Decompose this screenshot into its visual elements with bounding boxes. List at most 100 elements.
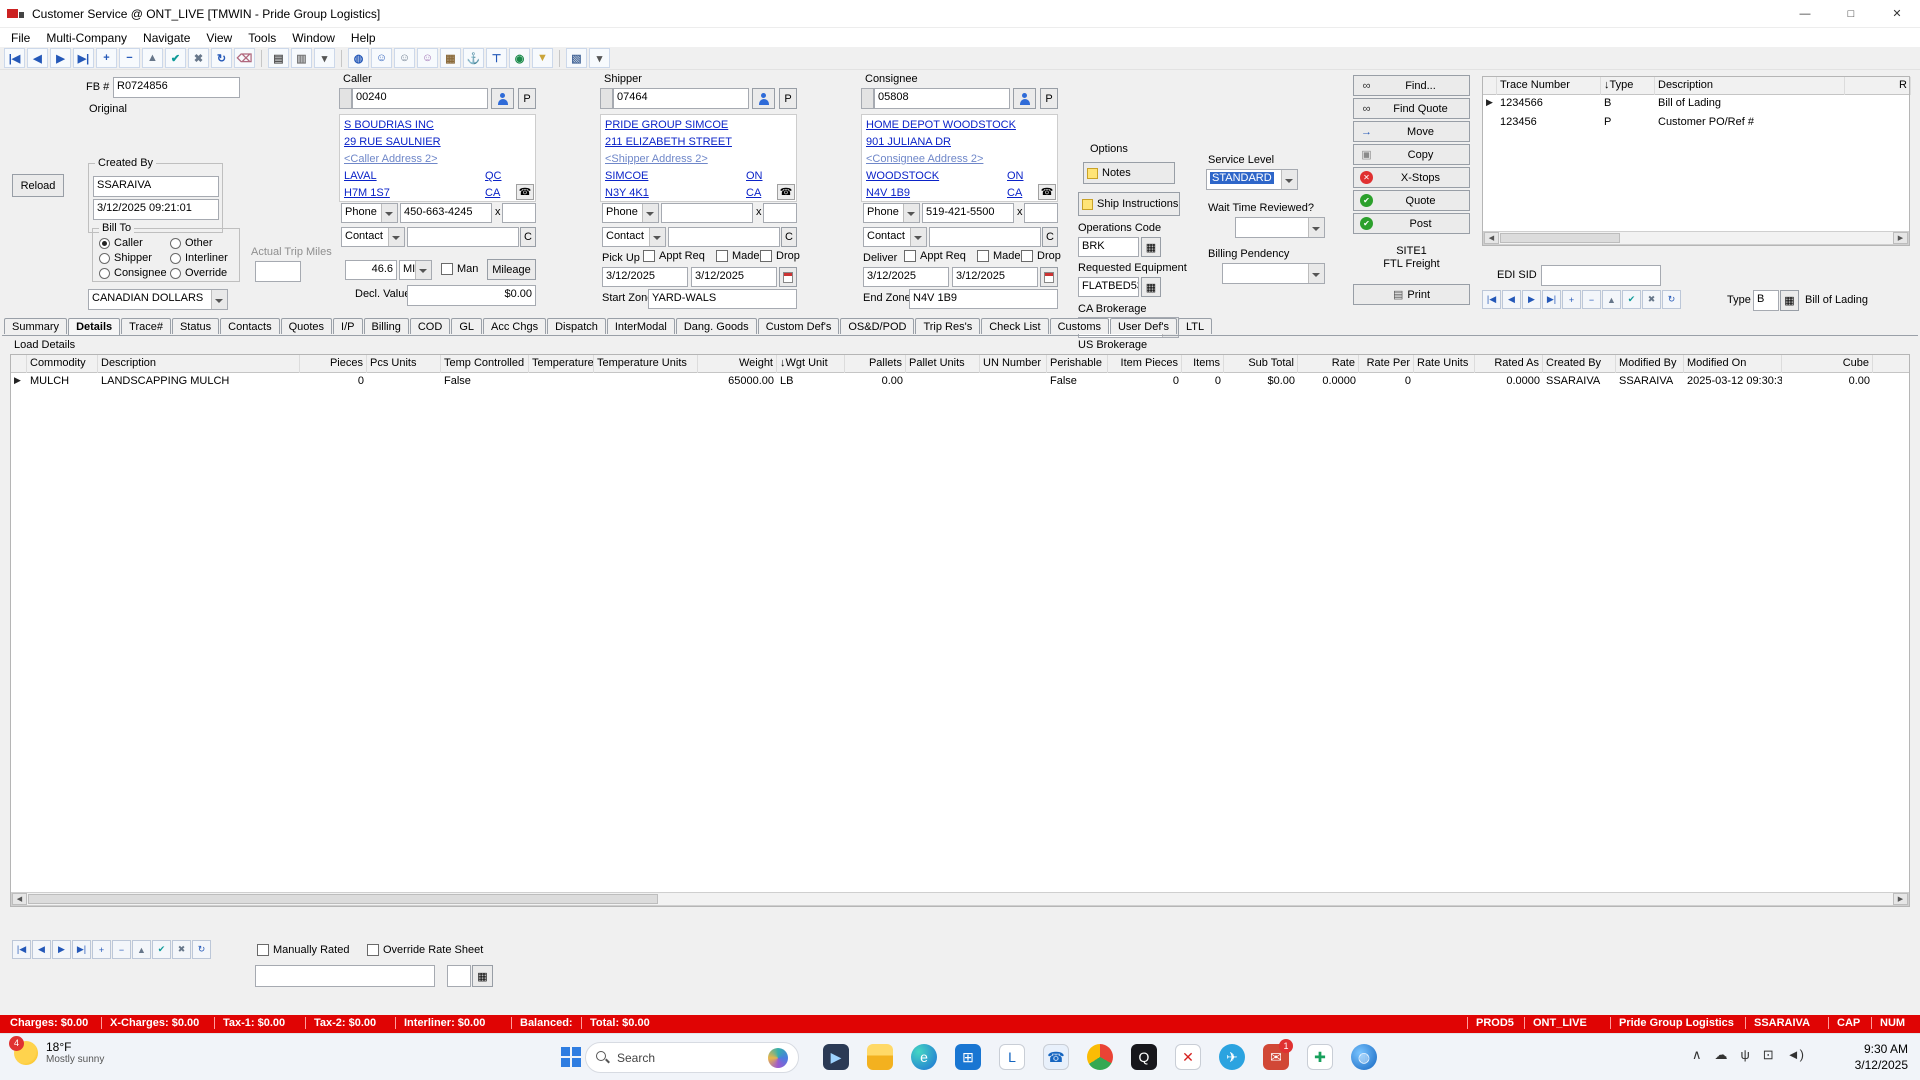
- consignee-client-lookup-button[interactable]: [1013, 88, 1036, 109]
- scroll-thumb[interactable]: [1500, 233, 1620, 243]
- consignee-phonebook-button[interactable]: ☎: [1038, 184, 1056, 200]
- consignee-drop-checkbox[interactable]: Drop: [1021, 250, 1061, 262]
- shipper-contact-button[interactable]: C: [781, 227, 797, 247]
- web-icon[interactable]: ◍: [348, 48, 369, 68]
- caller-address1-link[interactable]: 29 RUE SAULNIER: [344, 136, 441, 148]
- consignee-postal-link[interactable]: N4V 1B9: [866, 187, 910, 199]
- type-lookup-button[interactable]: ▦: [1780, 290, 1799, 311]
- nav-post-icon[interactable]: ✔: [152, 940, 171, 959]
- column-header-created-by[interactable]: Created By: [1543, 355, 1616, 373]
- tab-intermodal[interactable]: InterModal: [607, 318, 675, 334]
- tow-icon[interactable]: ⊤: [486, 48, 507, 68]
- close-button[interactable]: ✕: [1874, 0, 1920, 28]
- minimize-button[interactable]: —: [1782, 0, 1828, 28]
- print-button[interactable]: ▤ Print: [1353, 284, 1470, 305]
- shipper-province-link[interactable]: ON: [746, 170, 763, 182]
- post-button[interactable]: ✔Post: [1353, 213, 1470, 234]
- maximize-button[interactable]: □: [1828, 0, 1874, 28]
- service-level-combo[interactable]: STANDARD: [1206, 169, 1298, 190]
- column-header-weight[interactable]: Weight: [698, 355, 777, 373]
- nav-first-icon[interactable]: |◀: [4, 48, 25, 68]
- print-icon[interactable]: ▤: [268, 48, 289, 68]
- tab-ltl[interactable]: LTL: [1178, 318, 1212, 334]
- tab-trip-res-s[interactable]: Trip Res's: [915, 318, 980, 334]
- contacts-icon[interactable]: ☺: [394, 48, 415, 68]
- consignee-contact-field[interactable]: [929, 227, 1041, 247]
- nav-delete-icon[interactable]: −: [112, 940, 131, 959]
- shipper-appt-req-checkbox[interactable]: Appt Req: [643, 250, 705, 262]
- phone-link-icon[interactable]: ☎: [1034, 1037, 1078, 1077]
- tab-billing[interactable]: Billing: [364, 318, 409, 334]
- column-header-rate-per[interactable]: Rate Per: [1359, 355, 1414, 373]
- tab-custom-def-s[interactable]: Custom Def's: [758, 318, 840, 334]
- trace-col-r[interactable]: R: [1845, 77, 1911, 95]
- consignee-calendar-button[interactable]: [1040, 267, 1058, 287]
- shipper-profile-button[interactable]: P: [779, 88, 797, 109]
- column-header-modified-by[interactable]: Modified By: [1616, 355, 1684, 373]
- menu-item-tools[interactable]: Tools: [240, 30, 284, 46]
- shipper-address1-link[interactable]: 211 ELIZABETH STREET: [605, 136, 732, 148]
- customer-icon[interactable]: ☺: [371, 48, 392, 68]
- x-stops-button[interactable]: ✕X-Stops: [1353, 167, 1470, 188]
- tab-os-d-pod[interactable]: OS&D/POD: [840, 318, 914, 334]
- nav-insert-icon[interactable]: +: [92, 940, 111, 959]
- post-edit-icon[interactable]: ✔: [165, 48, 186, 68]
- shipper-phonebook-button[interactable]: ☎: [777, 184, 795, 200]
- onedrive-icon[interactable]: ☁: [1715, 1047, 1728, 1063]
- nav-cancel-icon[interactable]: ✖: [172, 940, 191, 959]
- volume-icon[interactable]: ◄): [1787, 1047, 1804, 1063]
- billing-pendency-combo[interactable]: [1222, 263, 1325, 284]
- consignee-province-link[interactable]: ON: [1007, 170, 1024, 182]
- shipper-contact-type-combo[interactable]: Contact: [602, 227, 666, 247]
- consignee-profile-button[interactable]: P: [1040, 88, 1058, 109]
- nav-first-icon[interactable]: |◀: [12, 940, 31, 959]
- shipper-date-to-field[interactable]: 3/12/2025: [691, 267, 777, 287]
- wait-time-reviewed-combo[interactable]: [1235, 217, 1325, 238]
- menu-item-help[interactable]: Help: [343, 30, 384, 46]
- caller-phonebook-button[interactable]: ☎: [516, 184, 534, 200]
- tab-gl[interactable]: GL: [451, 318, 482, 334]
- equipment-icon[interactable]: ▦: [440, 48, 461, 68]
- delete-record-icon[interactable]: −: [119, 48, 140, 68]
- column-header-commodity[interactable]: Commodity: [27, 355, 98, 373]
- print-setup-icon[interactable]: ▥: [291, 48, 312, 68]
- column-header-temperature[interactable]: Temperature: [529, 355, 594, 373]
- consignee-id-field[interactable]: 05808: [874, 88, 1010, 109]
- consignee-date-from-field[interactable]: 3/12/2025: [863, 267, 949, 287]
- tab-acc-chgs[interactable]: Acc Chgs: [483, 318, 546, 334]
- caller-phone-type-combo[interactable]: Phone: [341, 203, 398, 223]
- trace-col-trace-number[interactable]: Trace Number: [1497, 77, 1601, 95]
- column-header-pallet-units[interactable]: Pallet Units: [906, 355, 980, 373]
- tab-contacts[interactable]: Contacts: [220, 318, 279, 334]
- column-header-description[interactable]: Description: [98, 355, 300, 373]
- footer-lookup-button[interactable]: ▦: [472, 965, 493, 987]
- column-header-temp-controlled[interactable]: Temp Controlled: [441, 355, 529, 373]
- anchor-icon[interactable]: ⚓: [463, 48, 484, 68]
- shipper-calendar-button[interactable]: [779, 267, 797, 287]
- caller-province-link[interactable]: QC: [485, 170, 502, 182]
- nav-first-icon[interactable]: |◀: [1482, 290, 1501, 309]
- nav-post-icon[interactable]: ✔: [1622, 290, 1641, 309]
- shipper-drop-checkbox[interactable]: Drop: [760, 250, 800, 262]
- consignee-contact-button[interactable]: C: [1042, 227, 1058, 247]
- requested-equipment-lookup-button[interactable]: ▦: [1141, 277, 1161, 297]
- nav-cancel-icon[interactable]: ✖: [1642, 290, 1661, 309]
- edit-record-icon[interactable]: ▲: [142, 48, 163, 68]
- nav-last-icon[interactable]: ▶|: [72, 940, 91, 959]
- load-grid-hscrollbar[interactable]: ◀ ▶: [11, 892, 1909, 906]
- column-header-pieces[interactable]: Pieces: [300, 355, 367, 373]
- nav-insert-icon[interactable]: +: [1562, 290, 1581, 309]
- declared-value-field[interactable]: $0.00: [407, 285, 536, 306]
- scroll-left-arrow[interactable]: ◀: [12, 893, 27, 905]
- quote-button[interactable]: ✔Quote: [1353, 190, 1470, 211]
- column-header-pallets[interactable]: Pallets: [845, 355, 906, 373]
- caller-client-lookup-button[interactable]: [491, 88, 514, 109]
- mileage-button[interactable]: Mileage: [487, 259, 536, 280]
- consignee-date-to-field[interactable]: 3/12/2025: [952, 267, 1038, 287]
- tab-check-list[interactable]: Check List: [981, 318, 1048, 334]
- notes-button[interactable]: Notes: [1083, 162, 1175, 184]
- find-quote-button[interactable]: ∞Find Quote: [1353, 98, 1470, 119]
- caller-contact-type-combo[interactable]: Contact: [341, 227, 405, 247]
- column-header-un-number[interactable]: UN Number: [980, 355, 1047, 373]
- caller-phone-ext-field[interactable]: [502, 203, 536, 223]
